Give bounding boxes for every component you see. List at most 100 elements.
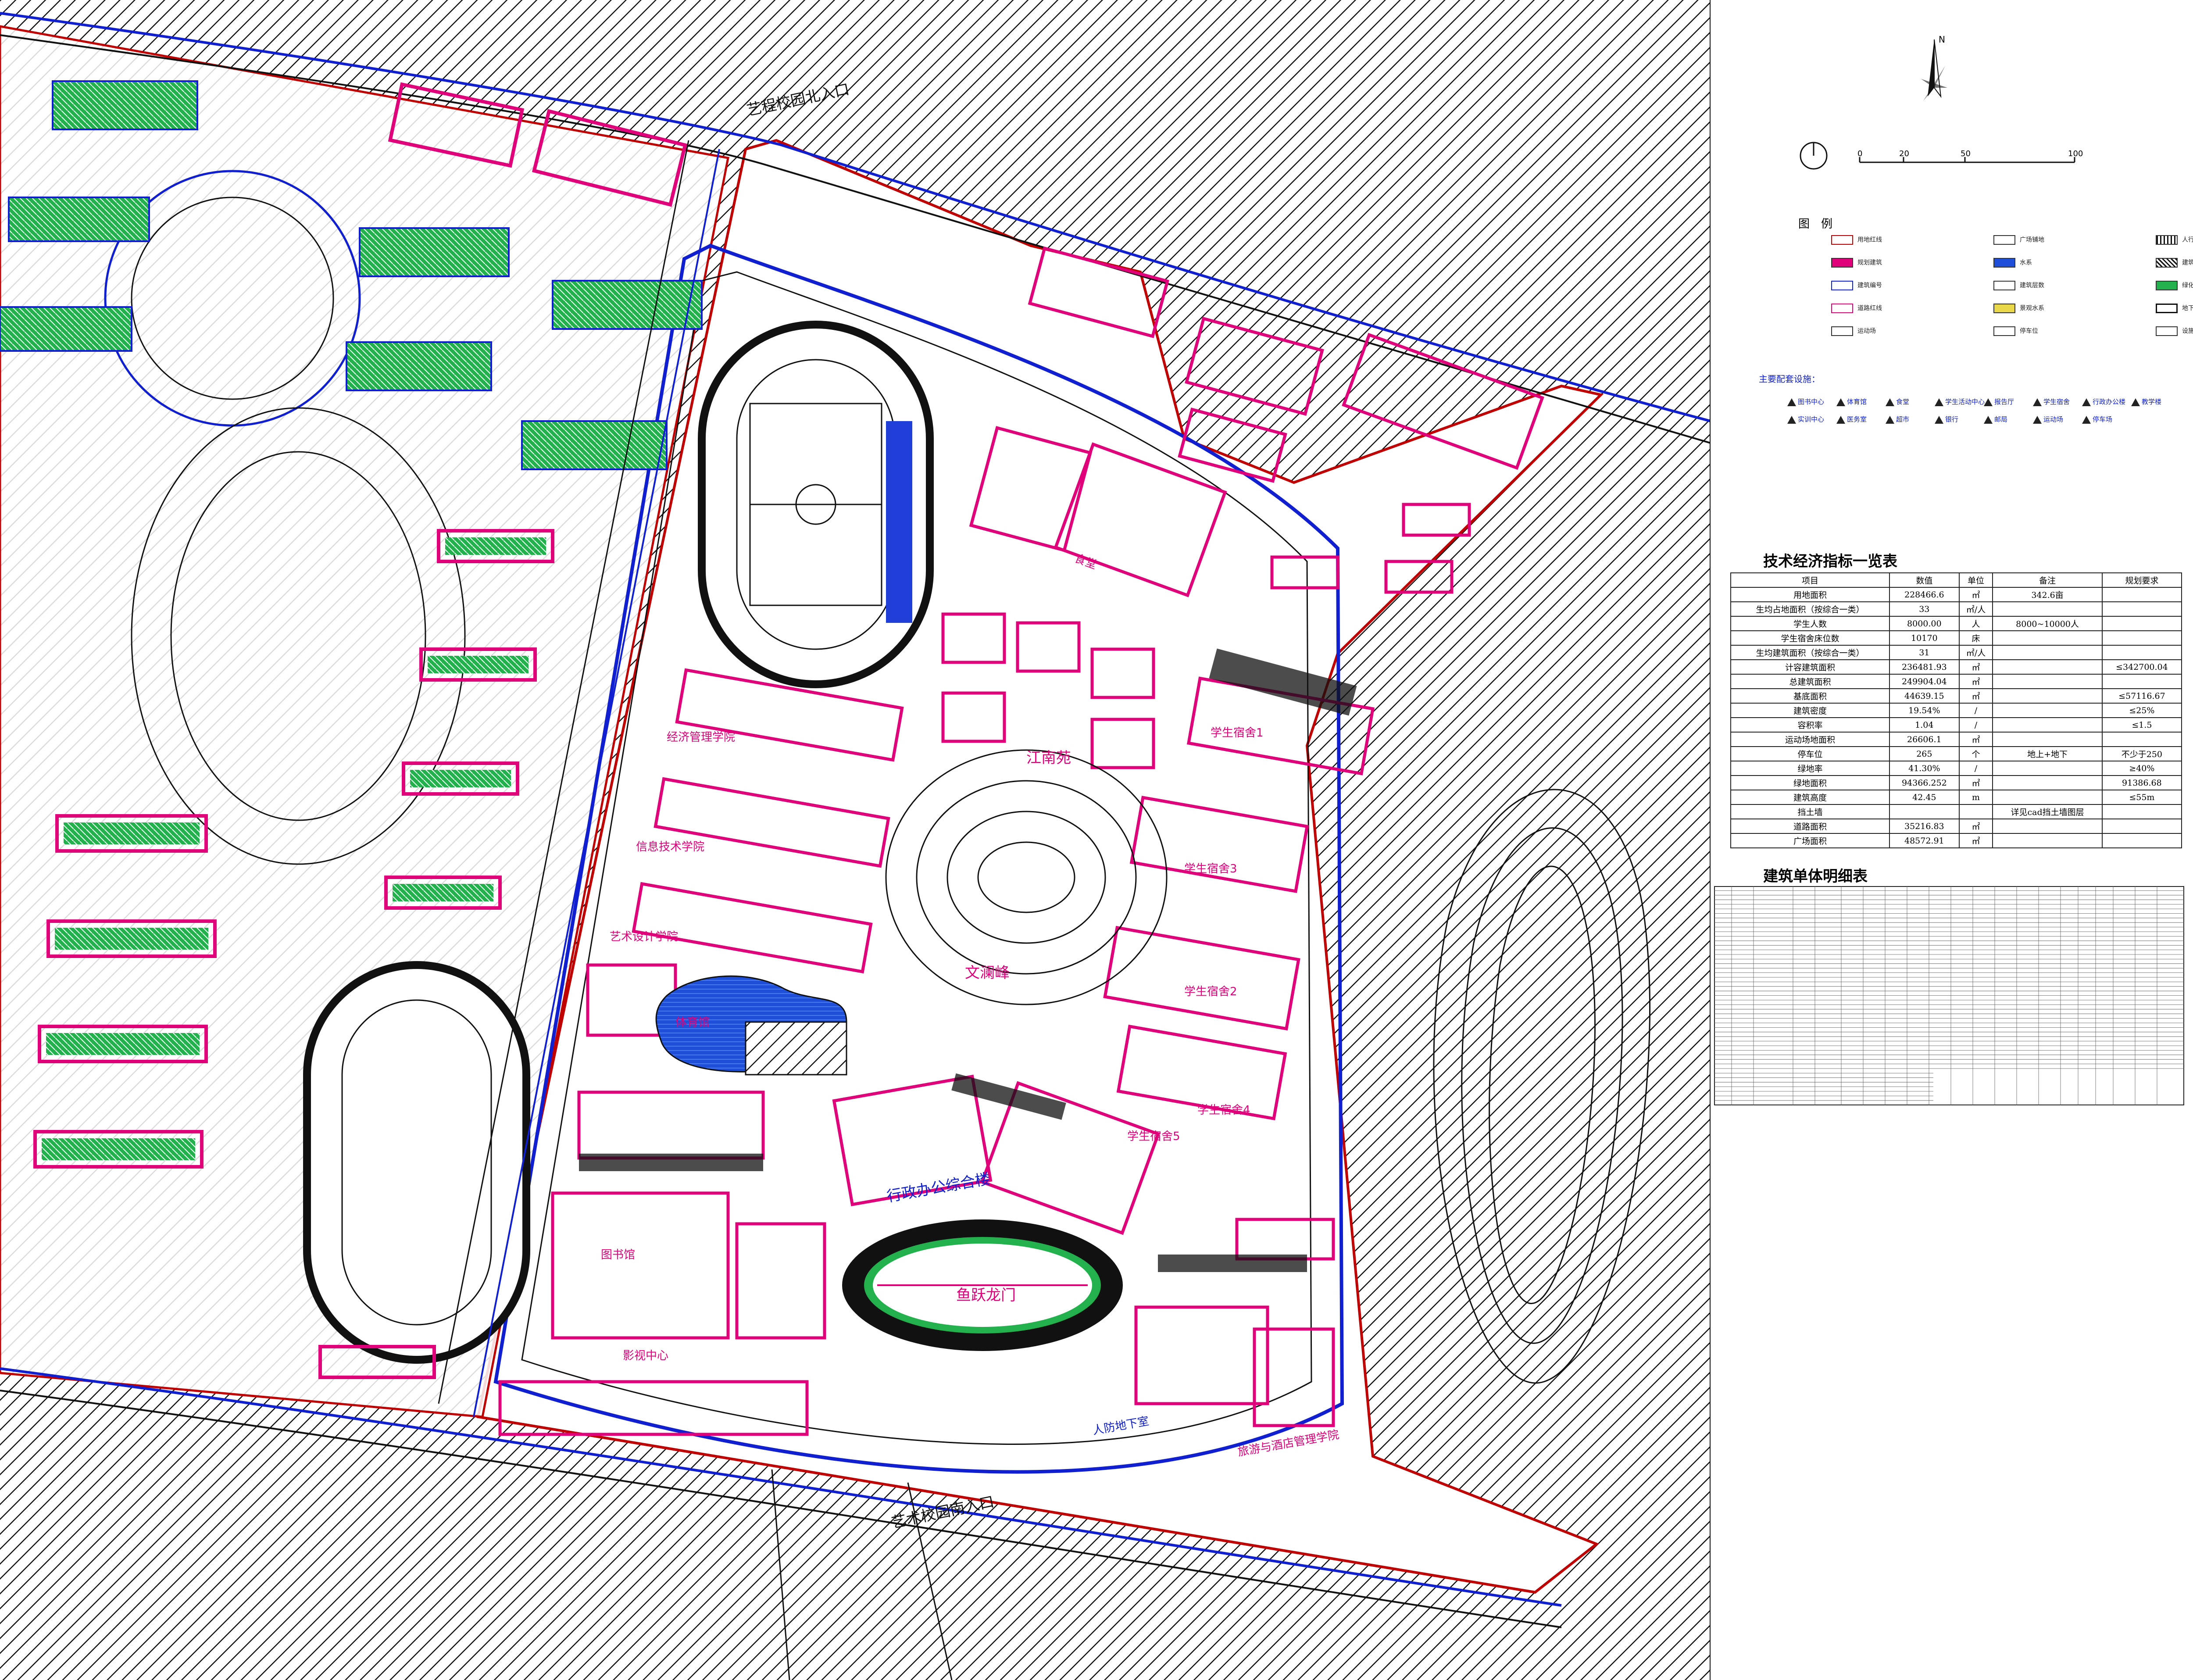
site-plan-map	[0, 0, 1711, 1680]
legend-symbol-icon	[2156, 326, 2178, 336]
table-cell: 342.6亩	[1992, 587, 2103, 602]
legend-item: 建筑编号	[1831, 278, 1963, 294]
legend-title: 图 例	[1798, 218, 1833, 231]
facilities-title: 主要配套设施：	[1759, 374, 1820, 384]
map-label-info-tech-school: 信息技术学院	[636, 840, 705, 854]
facility-label: 医务室	[1847, 415, 1867, 423]
legend-label: 绿化	[2182, 282, 2193, 289]
table-row: 建筑密度 19.54% / ≤25%	[1730, 703, 2182, 718]
facility-item: 学生宿舍	[2033, 397, 2070, 406]
legend-label: 道路红线	[1857, 305, 1882, 312]
legend-item: 地下车库	[2156, 301, 2193, 317]
legend-item: 建筑层数	[1993, 278, 2125, 294]
table-cell: 33	[1889, 601, 1960, 617]
table-cell: ≤55m	[2101, 790, 2182, 805]
table-header: 单位	[1958, 572, 1993, 588]
legend-symbol-icon	[2156, 281, 2178, 290]
warning-triangle-icon	[2033, 415, 2042, 424]
map-label-drama-center: 影视中心	[623, 1349, 669, 1362]
table-row: 基底面积 44639.15 ㎡ ≤57116.67	[1730, 688, 2182, 704]
legend-symbol-icon	[1831, 235, 1853, 245]
warning-triangle-icon	[1984, 398, 1993, 406]
warning-triangle-icon	[1935, 415, 1943, 424]
table-cell	[1992, 717, 2103, 733]
map-label-library: 图书馆	[601, 1248, 636, 1262]
facility-label: 报告厅	[1994, 398, 2014, 406]
facility-item: 食堂	[1886, 397, 1909, 406]
warning-triangle-icon	[2131, 398, 2140, 406]
legend-item: 停车位	[1993, 324, 2125, 340]
scale-tick: 50	[1961, 149, 1971, 158]
table-cell	[2101, 819, 2182, 834]
table-cell: /	[1958, 703, 1993, 718]
facility-item: 医务室	[1836, 415, 1867, 424]
table-cell: ㎡	[1958, 659, 1993, 675]
table-cell: 228466.6	[1889, 587, 1960, 602]
table-row: 运动场地面积 26606.1 ㎡	[1730, 732, 2182, 747]
map-label-dorm-1: 学生宿舍1	[1211, 726, 1264, 740]
table-cell: 道路面积	[1730, 819, 1890, 834]
table-cell: 个	[1958, 746, 1993, 761]
map-label-gym: 体育馆	[675, 1016, 710, 1029]
west-sports-field	[303, 961, 530, 1364]
table-cell: ㎡	[1958, 732, 1993, 747]
table-cell: 不少于250	[2101, 746, 2182, 761]
table-cell: 41.30%	[1889, 761, 1960, 776]
table-cell	[2101, 587, 2182, 602]
facility-label: 体育馆	[1847, 398, 1867, 406]
facility-item: 停车场	[2082, 415, 2112, 424]
table-cell: 91386.68	[2101, 775, 2182, 790]
facility-item: 超市	[1886, 415, 1909, 424]
warning-triangle-icon	[1836, 398, 1845, 406]
table-cell: 10170	[1889, 630, 1960, 646]
table-cell: 运动场地面积	[1730, 732, 1890, 747]
legend-item: 道路红线	[1831, 301, 1963, 317]
facility-item: 银行	[1935, 415, 1958, 424]
facility-label: 邮局	[1994, 415, 2008, 423]
building-detail-table	[1714, 886, 2184, 1105]
table-cell	[2101, 732, 2182, 747]
facility-label: 实训中心	[1798, 415, 1825, 423]
map-label-dorm-2: 学生宿舍2	[1184, 985, 1237, 998]
facility-label: 银行	[1945, 415, 1959, 423]
table-cell: 8000.00	[1889, 616, 1960, 631]
table-cell	[2101, 645, 2182, 660]
table-cell: 44639.15	[1889, 688, 1960, 704]
map-label-art-design-school: 艺术设计学院	[610, 930, 679, 944]
legend-label: 建筑出入口	[2182, 259, 2193, 266]
legend-symbol-icon	[2156, 304, 2178, 313]
facility-item: 体育馆	[1836, 397, 1867, 406]
map-label-yuyue-longmen: 鱼跃龙门	[956, 1287, 1016, 1304]
table-cell: ㎡	[1958, 587, 1993, 602]
facility-label: 食堂	[1896, 398, 1910, 406]
legend-symbol-icon	[1993, 235, 2015, 245]
legend-label: 地下车库	[2182, 305, 2193, 312]
legend-label: 景观水系	[2020, 305, 2044, 312]
warning-triangle-icon	[1787, 398, 1796, 406]
facility-label: 行政办公楼	[2093, 398, 2126, 406]
table-cell: ㎡	[1958, 688, 1993, 704]
table-cell	[1992, 761, 2103, 776]
table-cell: ≥40%	[2101, 761, 2182, 776]
table-cell: 265	[1889, 746, 1960, 761]
table-cell: 学生人数	[1730, 616, 1890, 631]
table-cell: 48572.91	[1889, 833, 1960, 848]
legend-symbol-icon	[1993, 281, 2015, 290]
scale-tick: 20	[1899, 149, 1909, 158]
table-cell: 26606.1	[1889, 732, 1960, 747]
table-cell: 31	[1889, 645, 1960, 660]
table-cell: 生均占地面积（按综合一类）	[1730, 601, 1890, 617]
table-row: 绿地面积 94366.252 ㎡ 91386.68	[1730, 775, 2182, 790]
table-cell: 94366.252	[1889, 775, 1960, 790]
facility-label: 停车场	[2093, 415, 2113, 423]
facility-item: 图书中心	[1787, 397, 1824, 406]
table-cell	[1992, 688, 2103, 704]
facility-item: 报告厅	[1984, 397, 2014, 406]
table-cell: 广场面积	[1730, 833, 1890, 848]
table-cell	[2101, 601, 2182, 617]
map-label-wenxiu-peak: 文澜峰	[965, 964, 1010, 982]
table-cell	[1992, 659, 2103, 675]
legend-label: 人行步道	[2182, 236, 2193, 243]
facility-label: 学生活动中心	[1945, 398, 1985, 406]
map-label-dorm-4: 学生宿舍4	[1197, 1104, 1250, 1117]
